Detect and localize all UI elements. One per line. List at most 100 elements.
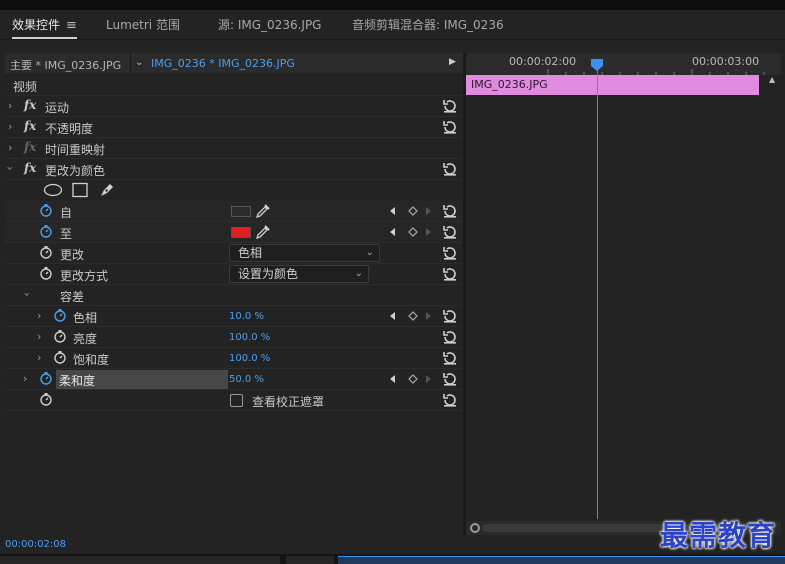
reset-icon[interactable] bbox=[441, 307, 459, 325]
chevron-down-icon[interactable]: ⌄ bbox=[135, 57, 143, 68]
chevron-right-icon[interactable]: › bbox=[8, 99, 12, 112]
change-label: 更改 bbox=[60, 248, 85, 262]
timeline-clip[interactable]: IMG_0236.JPG bbox=[466, 75, 759, 95]
panel-tab-bar: 效果控件 ≡ Lumetri 范围 源: IMG_0236.JPG 音频剪辑混合器… bbox=[0, 10, 785, 40]
stopwatch-icon[interactable] bbox=[53, 329, 67, 343]
to-color-swatch[interactable] bbox=[231, 227, 251, 238]
keyframe-navigator[interactable] bbox=[389, 373, 437, 385]
collapse-up-icon[interactable]: ▲ bbox=[769, 75, 775, 84]
time-remap-label: 时间重映射 bbox=[45, 143, 106, 157]
view-mask-checkbox[interactable] bbox=[230, 394, 243, 407]
opacity-label: 不透明度 bbox=[45, 122, 94, 136]
ellipse-mask-icon[interactable] bbox=[43, 183, 63, 197]
fx-icon[interactable]: fx bbox=[24, 98, 36, 112]
rectangle-mask-icon[interactable] bbox=[72, 182, 88, 198]
master-clip-label[interactable]: 主要 * IMG_0236.JPG bbox=[10, 57, 121, 73]
playhead-line bbox=[597, 63, 598, 519]
effects-list: 主要 * IMG_0236.JPG ⌄ IMG_0236 * IMG_0236.… bbox=[4, 53, 463, 537]
change-row: 更改 色相 ⌄ bbox=[5, 243, 463, 264]
eyedropper-icon[interactable] bbox=[255, 224, 271, 240]
hue-label: 色相 bbox=[73, 311, 98, 325]
tab-effect-controls[interactable]: 效果控件 ≡ bbox=[12, 10, 77, 40]
chevron-right-icon[interactable]: › bbox=[8, 120, 12, 133]
tolerance-row[interactable]: › 容差 bbox=[5, 285, 463, 306]
reset-icon[interactable] bbox=[441, 244, 459, 262]
opacity-row[interactable]: › fx 不透明度 bbox=[5, 117, 463, 138]
fx-icon[interactable]: fx bbox=[24, 119, 36, 133]
reset-icon[interactable] bbox=[441, 349, 459, 367]
to-label: 至 bbox=[60, 227, 73, 241]
view-mask-label: 查看校正遮罩 bbox=[252, 395, 325, 409]
zoom-handle[interactable] bbox=[470, 523, 480, 533]
stopwatch-active-icon[interactable] bbox=[53, 308, 67, 322]
playhead-handle[interactable] bbox=[591, 59, 603, 71]
reset-icon[interactable] bbox=[441, 391, 459, 409]
time-remap-row[interactable]: › fx 时间重映射 bbox=[5, 138, 463, 159]
stopwatch-icon[interactable] bbox=[39, 392, 53, 406]
reset-icon[interactable] bbox=[441, 202, 459, 220]
watermark-logo: 最需教育 bbox=[660, 519, 777, 552]
stopwatch-icon[interactable] bbox=[39, 266, 53, 280]
motion-row[interactable]: › fx 运动 bbox=[5, 96, 463, 117]
fx-icon: fx bbox=[24, 140, 37, 154]
chevron-right-icon[interactable]: › bbox=[37, 309, 41, 322]
change-dropdown[interactable]: 色相 ⌄ bbox=[229, 244, 380, 262]
sequence-clip-label[interactable]: IMG_0236 * IMG_0236.JPG bbox=[151, 57, 295, 70]
chevron-down-icon[interactable]: › bbox=[4, 166, 17, 170]
lightness-row: › 亮度 100.0 % bbox=[5, 327, 463, 348]
from-color-swatch[interactable] bbox=[231, 206, 251, 217]
change-value: 色相 bbox=[238, 246, 263, 260]
lightness-value[interactable]: 100.0 % bbox=[229, 332, 270, 343]
reset-icon[interactable] bbox=[441, 97, 459, 115]
softness-value[interactable]: 50.0 % bbox=[229, 374, 264, 385]
change-by-value: 设置为颜色 bbox=[238, 267, 299, 281]
clip-header: 主要 * IMG_0236.JPG ⌄ IMG_0236 * IMG_0236.… bbox=[5, 53, 463, 75]
reset-icon[interactable] bbox=[441, 370, 459, 388]
saturation-row: › 饱和度 100.0 % bbox=[5, 348, 463, 369]
panel-segment bbox=[286, 556, 334, 564]
reset-icon[interactable] bbox=[441, 118, 459, 136]
video-section-row: 视频 bbox=[5, 75, 463, 96]
pen-mask-icon[interactable] bbox=[98, 181, 116, 199]
chevron-right-icon[interactable]: › bbox=[23, 372, 27, 385]
fx-icon[interactable]: fx bbox=[24, 161, 36, 175]
reset-icon[interactable] bbox=[441, 328, 459, 346]
keyframe-navigator[interactable] bbox=[389, 226, 437, 238]
change-to-color-row[interactable]: › fx 更改为颜色 bbox=[4, 159, 463, 180]
hue-row: › 色相 10.0 % bbox=[5, 306, 463, 327]
hue-value[interactable]: 10.0 % bbox=[229, 311, 264, 322]
tab-lumetri-scopes[interactable]: Lumetri 范围 bbox=[106, 10, 180, 40]
stopwatch-icon[interactable] bbox=[53, 350, 67, 364]
change-by-row: 更改方式 设置为颜色 ⌄ bbox=[5, 264, 463, 285]
reset-icon[interactable] bbox=[441, 223, 459, 241]
tab-source[interactable]: 源: IMG_0236.JPG bbox=[218, 10, 321, 40]
view-mask-row: 查看校正遮罩 bbox=[5, 390, 463, 411]
tab-audio-clip-mixer[interactable]: 音频剪辑混合器: IMG_0236 bbox=[352, 10, 504, 40]
time-ruler[interactable]: 00:00:02:00 00:00:03:00 bbox=[466, 53, 781, 75]
current-timecode[interactable]: 00:00:02:08 bbox=[5, 539, 66, 550]
mini-timeline: 00:00:02:00 00:00:03:00 IMG_0236.JPG ▲ bbox=[465, 53, 781, 537]
ruler-ticks bbox=[547, 69, 765, 75]
play-icon[interactable]: ▶ bbox=[449, 57, 456, 67]
saturation-value[interactable]: 100.0 % bbox=[229, 353, 270, 364]
softness-label: 柔和度 bbox=[59, 374, 96, 388]
keyframe-navigator[interactable] bbox=[389, 205, 437, 217]
tab-underline bbox=[12, 37, 77, 39]
change-by-dropdown[interactable]: 设置为颜色 ⌄ bbox=[229, 265, 369, 283]
timeline-clip-name: IMG_0236.JPG bbox=[471, 78, 548, 91]
stopwatch-icon[interactable] bbox=[39, 245, 53, 259]
chevron-right-icon[interactable]: › bbox=[37, 351, 41, 364]
chevron-right-icon[interactable]: › bbox=[37, 330, 41, 343]
eyedropper-icon[interactable] bbox=[255, 203, 271, 219]
from-label: 自 bbox=[60, 206, 73, 220]
stopwatch-active-icon[interactable] bbox=[39, 224, 53, 238]
stopwatch-active-icon[interactable] bbox=[39, 203, 53, 217]
stopwatch-active-icon[interactable] bbox=[39, 371, 53, 385]
reset-icon[interactable] bbox=[441, 160, 459, 178]
reset-icon[interactable] bbox=[441, 265, 459, 283]
change-by-label: 更改方式 bbox=[60, 269, 109, 283]
chevron-right-icon[interactable]: › bbox=[8, 141, 12, 154]
keyframe-navigator[interactable] bbox=[389, 310, 437, 322]
mask-tools-row bbox=[5, 180, 463, 201]
chevron-down-icon[interactable]: › bbox=[21, 292, 34, 296]
